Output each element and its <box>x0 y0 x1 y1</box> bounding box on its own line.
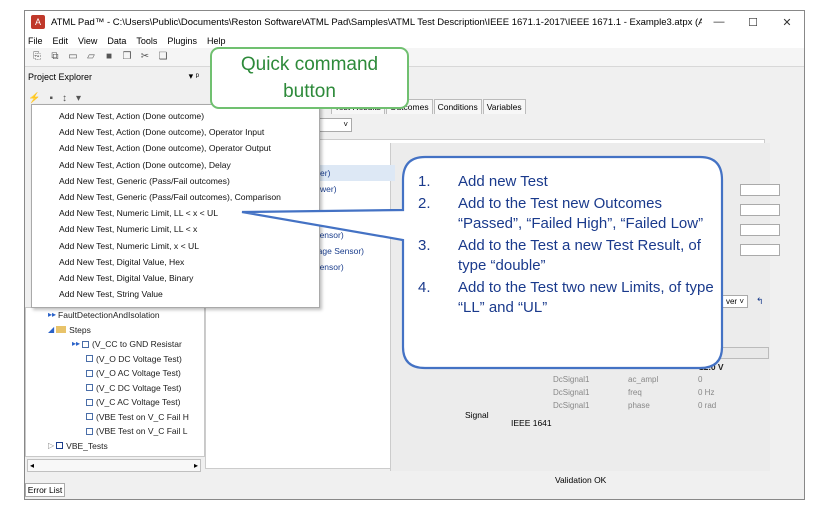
step-item: 2. Add to the Test new Outcomes “Passed”… <box>418 194 704 233</box>
step-item: 4. Add to the Test two new Limits, of ty… <box>418 278 714 317</box>
step-item: 1. Add new Test <box>418 173 548 190</box>
step-item: 3. Add to the Test a new Test Result, of… <box>418 236 701 275</box>
steps-callout: 1. Add new Test 2. Add to the Test new O… <box>418 172 718 320</box>
